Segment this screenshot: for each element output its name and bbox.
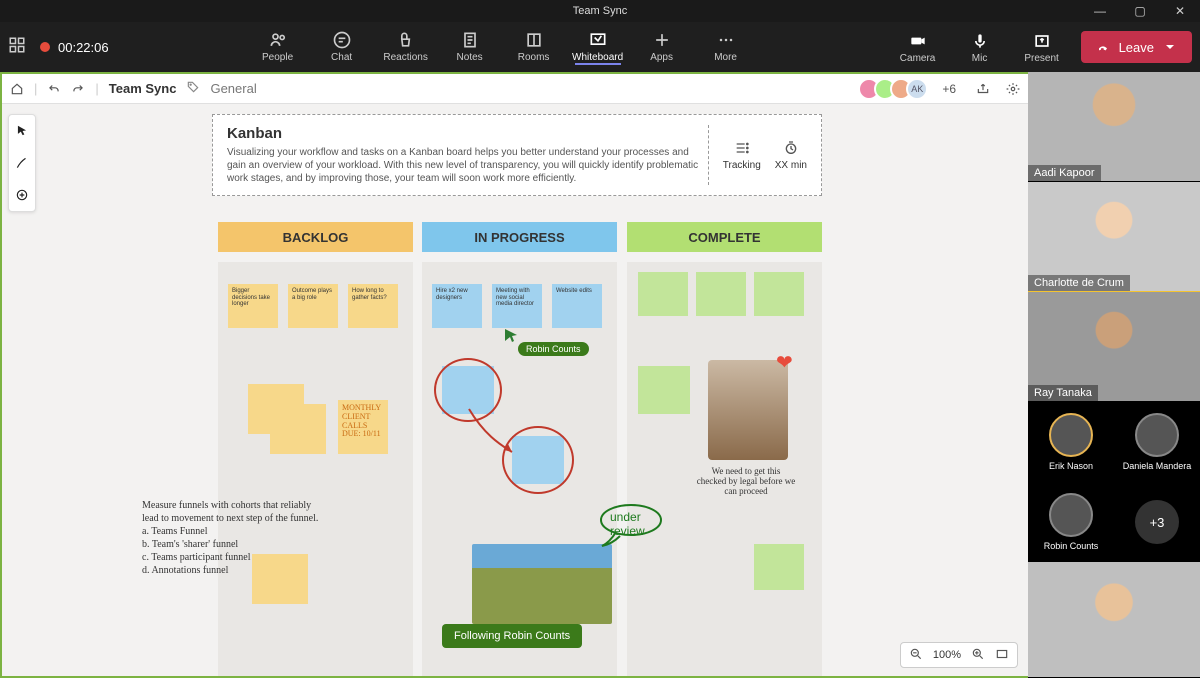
meeting-toolbar: 00:22:06 People Chat Reactions Notes Roo… bbox=[0, 22, 1200, 72]
leave-button[interactable]: Leave bbox=[1081, 31, 1192, 63]
maximize-button[interactable]: ▢ bbox=[1120, 0, 1160, 22]
zoom-in-button[interactable] bbox=[971, 647, 985, 664]
fit-screen-button[interactable] bbox=[995, 647, 1009, 664]
camera-button[interactable]: Camera bbox=[895, 31, 941, 64]
pointer-tool[interactable] bbox=[9, 115, 35, 147]
minimize-button[interactable]: ― bbox=[1080, 0, 1120, 22]
participant-video[interactable]: Charlotte de Crum bbox=[1028, 182, 1200, 292]
sticky-note[interactable]: Outcome plays a big role bbox=[288, 284, 338, 328]
speech-bubble: under review bbox=[596, 502, 666, 552]
share-icon[interactable] bbox=[976, 82, 990, 96]
chevron-down-icon bbox=[1162, 39, 1178, 55]
reactions-button[interactable]: Reactions bbox=[383, 30, 429, 65]
close-button[interactable]: ✕ bbox=[1160, 0, 1200, 22]
home-icon[interactable] bbox=[10, 82, 24, 96]
apps-button[interactable]: Apps bbox=[639, 30, 685, 65]
following-indicator[interactable]: Following Robin Counts bbox=[442, 624, 582, 648]
sticky-note[interactable]: Bigger decisions take longer bbox=[228, 284, 278, 328]
image-elephant[interactable] bbox=[472, 544, 612, 624]
recording-timer: 00:22:06 bbox=[58, 40, 109, 55]
participant-mini-row: Robin Counts +3 bbox=[1028, 482, 1200, 562]
sticky-note[interactable]: Website edits bbox=[552, 284, 602, 328]
kanban-header: Kanban Visualizing your workflow and tas… bbox=[212, 114, 822, 196]
participant-mini-row: Erik Nason Daniela Mandera bbox=[1028, 402, 1200, 482]
whiteboard-canvas[interactable]: Kanban Visualizing your workflow and tas… bbox=[2, 104, 1028, 676]
whiteboard-button[interactable]: Whiteboard bbox=[575, 30, 621, 65]
annotation-arrow bbox=[464, 404, 524, 464]
more-participants-count[interactable]: +6 bbox=[942, 82, 956, 96]
participant-mini[interactable]: Daniela Mandera bbox=[1114, 402, 1200, 482]
heart-icon: ❤ bbox=[776, 350, 793, 375]
participant-video[interactable] bbox=[1028, 562, 1200, 678]
settings-icon[interactable] bbox=[1006, 82, 1020, 96]
people-button[interactable]: People bbox=[255, 30, 301, 65]
column-header-backlog: BACKLOG bbox=[218, 222, 413, 252]
more-participants-button[interactable]: +3 bbox=[1114, 482, 1200, 562]
sticky-note[interactable]: Meeting with new social media director bbox=[492, 284, 542, 328]
participant-avatars[interactable]: AK bbox=[864, 78, 928, 100]
kanban-desc: Visualizing your workflow and tasks on a… bbox=[227, 146, 708, 185]
participant-video-panel: Aadi Kapoor Charlotte de Crum Ray Tanaka… bbox=[1028, 72, 1200, 678]
kanban-title: Kanban bbox=[227, 125, 708, 142]
sticky-note[interactable]: How long to gather facts? bbox=[348, 284, 398, 328]
record-dot-icon bbox=[40, 42, 50, 52]
channel-name: General bbox=[210, 81, 256, 96]
handwritten-note: Measure funnels with cohorts that reliab… bbox=[142, 499, 322, 577]
window-title: Team Sync bbox=[573, 5, 627, 17]
grid-icon[interactable] bbox=[8, 36, 26, 59]
whiteboard-canvas-wrap: | | Team Sync General AK +6 bbox=[0, 72, 1028, 678]
sticky-note[interactable] bbox=[638, 366, 690, 414]
present-button[interactable]: Present bbox=[1019, 31, 1065, 64]
add-tool[interactable] bbox=[9, 179, 35, 211]
sticky-note[interactable]: MONTHLY CLIENT CALLS DUE: 10/11 bbox=[338, 400, 388, 454]
mic-button[interactable]: Mic bbox=[957, 31, 1003, 64]
image-dog[interactable] bbox=[708, 360, 788, 460]
zoom-value: 100% bbox=[933, 649, 961, 661]
participant-video[interactable]: Aadi Kapoor bbox=[1028, 72, 1200, 182]
chat-button[interactable]: Chat bbox=[319, 30, 365, 65]
redo-button[interactable] bbox=[71, 82, 85, 96]
column-header-inprogress: IN PROGRESS bbox=[422, 222, 617, 252]
more-button[interactable]: More bbox=[703, 30, 749, 65]
sticky-note[interactable] bbox=[638, 272, 688, 316]
participant-video[interactable]: Ray Tanaka bbox=[1028, 292, 1200, 402]
timer-tag: XX min bbox=[775, 140, 807, 171]
remote-cursor-icon bbox=[504, 328, 518, 342]
rooms-button[interactable]: Rooms bbox=[511, 30, 557, 65]
remote-cursor-label: Robin Counts bbox=[518, 342, 589, 356]
column-header-complete: COMPLETE bbox=[627, 222, 822, 252]
zoom-out-button[interactable] bbox=[909, 647, 923, 664]
participant-mini[interactable]: Erik Nason bbox=[1028, 402, 1114, 482]
window-controls: ― ▢ ✕ bbox=[1080, 0, 1200, 22]
zoom-controls: 100% bbox=[900, 642, 1018, 668]
sticky-note[interactable] bbox=[270, 404, 326, 454]
recording-indicator: 00:22:06 bbox=[40, 40, 109, 55]
tag-icon[interactable] bbox=[186, 80, 200, 97]
drawing-tool-strip bbox=[8, 114, 36, 212]
undo-button[interactable] bbox=[47, 82, 61, 96]
sticky-note[interactable] bbox=[754, 544, 804, 590]
tracking-tag: Tracking bbox=[723, 140, 761, 171]
image-caption: We need to get this checked by legal bef… bbox=[696, 466, 796, 496]
avatar[interactable]: AK bbox=[906, 78, 928, 100]
pen-tool[interactable] bbox=[9, 147, 35, 179]
window-titlebar: Team Sync ― ▢ ✕ bbox=[0, 0, 1200, 22]
notes-button[interactable]: Notes bbox=[447, 30, 493, 65]
canvas-header: | | Team Sync General AK +6 bbox=[2, 74, 1028, 104]
sticky-note[interactable] bbox=[696, 272, 746, 316]
sticky-note[interactable] bbox=[754, 272, 804, 316]
participant-mini[interactable]: Robin Counts bbox=[1028, 482, 1114, 562]
board-title: Team Sync bbox=[109, 81, 177, 96]
sticky-note[interactable]: Hire x2 new designers bbox=[432, 284, 482, 328]
